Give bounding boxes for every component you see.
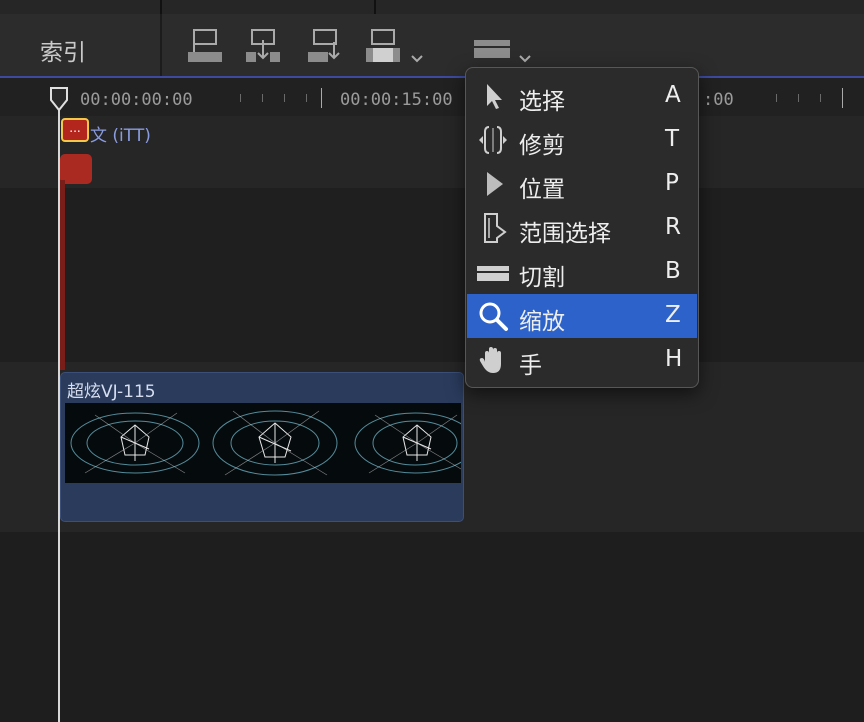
ruler-tick: [240, 94, 241, 102]
empty-lane: [0, 532, 864, 722]
menu-item-label: 手: [519, 353, 542, 379]
menu-item-label: 修剪: [519, 133, 565, 159]
menu-item-label: 范围选择: [519, 221, 611, 247]
connect-clip-icon[interactable]: [186, 26, 226, 66]
toolbar-separator: [160, 14, 162, 76]
append-clip-icon[interactable]: [306, 26, 346, 66]
range-select-icon: [484, 213, 507, 243]
timeline-ruler[interactable]: 00:00:00:00 00:00:15:00 :00: [0, 78, 864, 116]
ruler-major-tick: [321, 88, 322, 108]
playhead-handle-icon[interactable]: [49, 86, 69, 112]
position-arrow-icon: [487, 172, 503, 196]
chevron-down-icon[interactable]: [410, 54, 424, 64]
menu-item-trim[interactable]: 修剪 T: [467, 118, 697, 162]
video-clip-title: 超炫VJ-115: [67, 382, 156, 402]
menu-item-label: 切割: [519, 265, 565, 291]
menu-item-shortcut: T: [665, 126, 680, 152]
ruler-tick: [262, 94, 263, 102]
blade-tool-icon[interactable]: [472, 26, 512, 66]
menu-item-shortcut: H: [665, 346, 683, 372]
video-clip[interactable]: 超炫VJ-115: [60, 372, 464, 522]
video-filmstrip: [65, 403, 461, 483]
insert-clip-icon[interactable]: [244, 26, 284, 66]
timeline-toolbar: 索引: [0, 14, 864, 78]
blade-icon: [477, 266, 509, 281]
menu-item-select[interactable]: 选择 A: [467, 74, 697, 118]
timecode-label: :00: [703, 90, 734, 110]
top-divider: [374, 0, 376, 14]
caption-range-strip: [60, 180, 65, 370]
caption-role-label: 文 (iTT): [90, 126, 151, 146]
ruler-major-tick: [842, 88, 843, 108]
timecode-label: 00:00:00:00: [80, 90, 193, 110]
top-strip: [0, 0, 864, 14]
overwrite-clip-icon[interactable]: [364, 26, 404, 66]
chevron-down-icon[interactable]: [518, 54, 532, 64]
filmstrip-thumbnails: [70, 410, 461, 476]
top-divider: [160, 0, 162, 14]
menu-item-blade[interactable]: 切割 B: [467, 250, 697, 294]
menu-item-label: 位置: [519, 177, 565, 203]
menu-item-shortcut: Z: [665, 302, 681, 328]
menu-item-shortcut: P: [665, 170, 679, 196]
menu-item-label: 选择: [519, 89, 565, 115]
empty-lane: [0, 188, 864, 362]
menu-item-shortcut: R: [665, 214, 681, 240]
menu-item-label: 缩放: [519, 309, 565, 335]
index-button[interactable]: 索引: [40, 33, 86, 67]
playhead-line[interactable]: [58, 100, 60, 722]
menu-item-hand[interactable]: 手 H: [467, 338, 697, 382]
caption-marker[interactable]: ...: [61, 118, 89, 142]
ruler-tick: [306, 94, 307, 102]
menu-item-shortcut: B: [665, 258, 681, 284]
ruler-tick: [776, 94, 777, 102]
menu-item-range-select[interactable]: 范围选择 R: [467, 206, 697, 250]
menu-item-position[interactable]: 位置 P: [467, 162, 697, 206]
timecode-label: 00:00:15:00: [340, 90, 453, 110]
menu-item-zoom[interactable]: 缩放 Z: [467, 294, 697, 338]
trim-icon: [479, 126, 507, 154]
ruler-tick: [284, 94, 285, 102]
ruler-tick: [820, 94, 821, 102]
hand-icon: [479, 347, 501, 373]
zoom-icon: [479, 302, 508, 331]
ruler-tick: [798, 94, 799, 102]
tool-menu: 选择 A 修剪 T 位置 P 范围选择 R 切割 B 缩放 Z 手 H: [465, 67, 699, 388]
menu-item-shortcut: A: [665, 82, 681, 108]
arrow-cursor-icon: [487, 84, 502, 109]
